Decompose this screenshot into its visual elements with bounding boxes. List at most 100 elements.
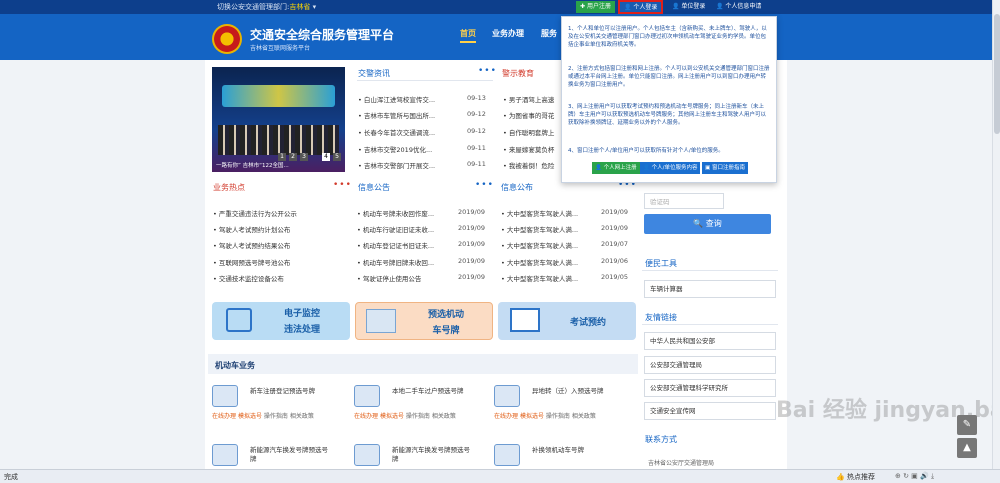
link-research-institute[interactable]: 公安部交通管理科学研究所 <box>644 379 776 397</box>
online-register-button[interactable]: 👤 个人网上注册 <box>592 162 640 174</box>
department-switcher[interactable]: 切换公安交通管理部门:吉林省 ▾ <box>217 2 316 12</box>
op-simulate[interactable]: 模拟选号 <box>238 413 262 420</box>
list-item[interactable]: • 吉林市车管所与国出所... <box>358 110 462 120</box>
list-item[interactable]: • 男子酒驾上高速 <box>503 94 561 104</box>
divider <box>642 324 778 325</box>
personal-login-button[interactable]: 👤 个人登录 <box>618 0 664 14</box>
list-item[interactable]: • 吉林市交警2019优化... <box>358 144 462 154</box>
list-item[interactable]: • 交通技术监控设备公布 <box>213 273 284 283</box>
new-energy-plate-icon <box>354 444 380 466</box>
edit-icon[interactable]: ✎ <box>957 415 977 435</box>
nav-home[interactable]: 首页 <box>460 28 476 43</box>
link-safety-site[interactable]: 交通安全宣传网 <box>644 402 776 420</box>
news-carousel[interactable]: 一路有你” 吉林市“122全国... 1 2 3 4 5 <box>212 67 345 172</box>
op-guide[interactable]: 操作指南 <box>406 413 430 420</box>
list-item[interactable]: • 驾驶证停止使用公告 <box>357 273 455 283</box>
quick-line2: 违法处理 <box>283 325 320 335</box>
vehicle-item-ops: 在线办理 模拟选号 操作指南 相关政策 <box>494 411 596 420</box>
browser-status-bar: 完成 👍 热点推荐 ⊕ ↻ ▣ 🔊 ⤓ <box>0 469 1000 483</box>
scrollbar-thumb[interactable] <box>994 14 1000 134</box>
carousel-page-5[interactable]: 5 <box>333 153 341 161</box>
op-online[interactable]: 在线办理 <box>494 413 518 420</box>
op-simulate[interactable]: 模拟选号 <box>380 413 404 420</box>
news-item-title: 吉林市交警部门开展交... <box>363 162 436 170</box>
link-mps[interactable]: 中华人民共和国公安部 <box>644 332 776 350</box>
list-item[interactable]: • 机动车号牌旧牌未收回... <box>357 257 455 267</box>
op-simulate[interactable]: 模拟选号 <box>520 413 544 420</box>
list-item[interactable]: • 机动车号牌未收回作废... <box>357 208 455 218</box>
news-more[interactable]: ••• <box>478 66 497 76</box>
list-item[interactable]: • 我被着倒！危险 <box>503 160 561 170</box>
quick-electronic-monitoring[interactable]: 电子监控 违法处理 <box>212 302 350 340</box>
op-online[interactable]: 在线办理 <box>212 413 236 420</box>
list-item[interactable]: • 大中型客货车驾驶人满... <box>501 257 599 267</box>
warning-title[interactable]: 警示教育 <box>502 68 534 79</box>
op-policy[interactable]: 相关政策 <box>290 413 314 420</box>
query-button[interactable]: 🔍 查询 <box>644 214 771 234</box>
news-title[interactable]: 交警资讯 <box>358 68 390 79</box>
list-item[interactable]: • 机动车登记证书旧证未... <box>357 240 455 250</box>
list-item[interactable]: • 驾驶人考试预约结果公布 <box>213 240 290 250</box>
personal-login-label: 个人登录 <box>633 4 658 11</box>
captcha-input[interactable]: 验证码 <box>644 193 724 209</box>
page-scrollbar[interactable] <box>992 0 1000 469</box>
hot-item-title: 驾驶人考试预约结果公布 <box>218 242 291 250</box>
site-subtitle: 吉林省互联网服务平台 <box>250 45 311 52</box>
nav-business[interactable]: 业务办理 <box>492 28 524 39</box>
op-policy[interactable]: 相关政策 <box>432 413 456 420</box>
notice-item-title: 机动车登记证书旧证未... <box>362 242 435 250</box>
op-guide[interactable]: 操作指南 <box>546 413 570 420</box>
quick-exam-booking[interactable]: 考试预约 <box>498 302 636 340</box>
list-item[interactable]: • 严重交通违法行为公开公示 <box>213 208 297 218</box>
link-traffic-bureau[interactable]: 公安部交通管理局 <box>644 356 776 374</box>
carousel-page-1[interactable]: 1 <box>278 153 286 161</box>
list-item[interactable]: • 驾驶人考试预约计划公布 <box>213 224 290 234</box>
new-energy-car-icon <box>212 444 238 466</box>
department-value[interactable]: 吉林省 <box>289 3 310 11</box>
car-register-icon <box>212 385 238 407</box>
tool-car-calculator[interactable]: 车辆计算器 <box>644 280 776 298</box>
nav-service[interactable]: 服务 <box>541 28 557 39</box>
info-apply-button[interactable]: 👤 个人信息申请 <box>712 1 765 13</box>
list-item[interactable]: • 来屋嫁宴莫负杯 <box>503 144 561 154</box>
register-button[interactable]: ✚ 用户注册 <box>576 1 615 13</box>
publish-title[interactable]: 信息公布 <box>501 182 533 193</box>
service-content-button[interactable]: 👤 个人/单位服务内容 <box>640 162 701 174</box>
list-item[interactable]: • 白山浑江进驾校宣传交... <box>358 94 462 104</box>
car-transfer-icon <box>354 385 380 407</box>
notice-more[interactable]: ••• <box>475 180 494 190</box>
op-guide[interactable]: 操作指南 <box>264 413 288 420</box>
carousel-page-4[interactable]: 4 <box>322 153 330 161</box>
list-item[interactable]: • 大中型客货车驾驶人满... <box>501 240 599 250</box>
carousel-caption: 一路有你” 吉林市“122全国... <box>216 163 289 169</box>
list-item[interactable]: • 机动车行驶证旧证未收... <box>357 224 455 234</box>
op-policy[interactable]: 相关政策 <box>572 413 596 420</box>
notice-title[interactable]: 信息公告 <box>358 182 390 193</box>
photo-people <box>218 125 339 155</box>
popup-para-4: 4、窗口注册个人/单位用户可以获取所有针对个人/单位的服务。 <box>568 148 724 154</box>
list-item[interactable]: • 为图省事的哥花 <box>503 110 561 120</box>
window-register-guide-button[interactable]: ▣ 窗口注册指南 <box>702 162 748 174</box>
list-item[interactable]: • 大中型客货车驾驶人满... <box>501 224 599 234</box>
publish-item-title: 大中型客货车驾驶人满... <box>506 242 579 250</box>
carousel-page-3[interactable]: 3 <box>300 153 308 161</box>
news-item-title: 长春今年首次交通调流... <box>363 129 436 137</box>
back-to-top-icon[interactable]: ▲ <box>957 438 977 458</box>
carousel-page-2[interactable]: 2 <box>289 153 297 161</box>
hot-more[interactable]: ••• <box>333 180 352 190</box>
list-item[interactable]: • 大中型客货车驾驶人满... <box>501 273 599 283</box>
list-item[interactable]: • 大中型客货车驾驶人满... <box>501 208 599 218</box>
hot-recommend[interactable]: 👍 热点推荐 <box>836 472 875 482</box>
vehicle-title: 机动车业务 <box>215 361 255 370</box>
list-item[interactable]: • 互联网预选号牌号池公布 <box>213 257 290 267</box>
unit-login-button[interactable]: 👤 单位登录 <box>668 1 709 13</box>
quick-plate-preselect[interactable]: 预选机动 车号牌 <box>355 302 493 340</box>
op-online[interactable]: 在线办理 <box>354 413 378 420</box>
status-icons[interactable]: ⊕ ↻ ▣ 🔊 ⤓ <box>895 472 934 481</box>
links-title: 友情链接 <box>645 313 677 322</box>
hot-title[interactable]: 业务热点 <box>213 182 245 193</box>
list-item[interactable]: • 长春今年首次交通调流... <box>358 127 462 137</box>
list-item[interactable]: • 吉林市交警部门开展交... <box>358 160 462 170</box>
publish-item-title: 大中型客货车驾驶人满... <box>506 275 579 283</box>
list-item[interactable]: • 自作聪明套牌上 <box>503 127 561 137</box>
